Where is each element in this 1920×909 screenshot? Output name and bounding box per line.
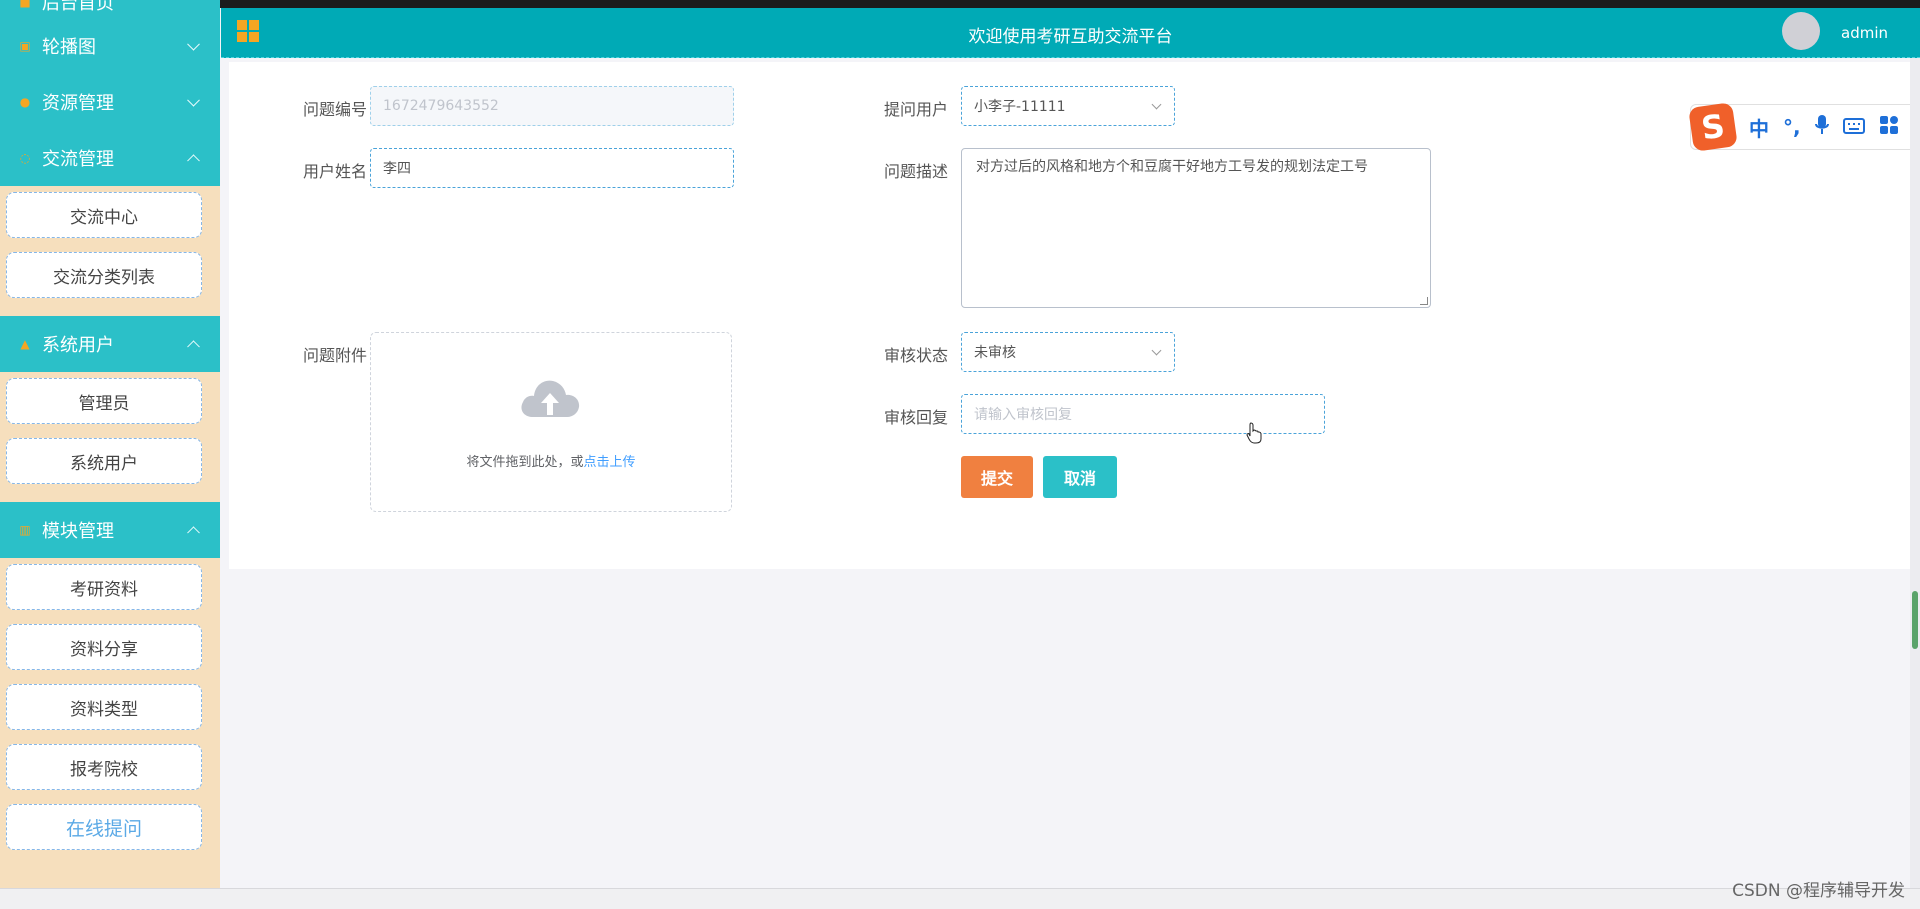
user-icon: ▲ bbox=[20, 337, 30, 351]
asker-select[interactable]: 小李子-11111 bbox=[961, 86, 1175, 126]
sidebar-group-label: 轮播图 bbox=[42, 37, 96, 58]
sidebar-item-communication-categories[interactable]: 交流分类列表 bbox=[6, 252, 202, 298]
ime-toolbar: S 中 °, bbox=[1688, 102, 1920, 152]
sidebar-group-home[interactable]: ■ 后台首页 bbox=[0, 0, 220, 18]
question-edit-form: 问题编号 1672479643552 提问用户 小李子-11111 用户姓名 李… bbox=[229, 62, 1910, 569]
sidebar-item-communication-center[interactable]: 交流中心 bbox=[6, 192, 202, 238]
question-id-input: 1672479643552 bbox=[370, 86, 734, 126]
scrollbar-thumb[interactable] bbox=[1912, 591, 1918, 649]
home-icon: ■ bbox=[19, 0, 31, 9]
ime-punctuation-button[interactable]: °, bbox=[1783, 115, 1801, 139]
page-title: 欢迎使用考研互助交流平台 bbox=[968, 27, 1173, 47]
sidebar-item-admins[interactable]: 管理员 bbox=[6, 378, 202, 424]
chevron-down-icon bbox=[1151, 99, 1162, 110]
cancel-button[interactable]: 取消 bbox=[1043, 456, 1117, 498]
sidebar-sublist: 考研资料 资料分享 资料类型 报考院校 在线提问 bbox=[0, 558, 220, 868]
review-reply-label: 审核回复 bbox=[883, 408, 948, 427]
description-textarea[interactable]: 对方过后的风格和地方个和豆腐干好地方工号发的规划法定工号 bbox=[961, 148, 1431, 308]
chevron-down-icon bbox=[1151, 345, 1162, 356]
review-status-label: 审核状态 bbox=[883, 346, 948, 365]
question-id-value: 1672479643552 bbox=[383, 98, 499, 114]
user-name-label: 用户姓名 bbox=[302, 162, 367, 181]
grid-icon[interactable] bbox=[1879, 115, 1899, 140]
question-id-label: 问题编号 bbox=[302, 100, 367, 119]
username[interactable]: admin bbox=[1841, 24, 1888, 42]
upload-hint: 将文件拖到此处，或点击上传 bbox=[371, 451, 731, 470]
review-status-value: 未审核 bbox=[974, 345, 1016, 361]
chevron-up-icon bbox=[187, 340, 200, 354]
review-status-select[interactable]: 未审核 bbox=[961, 332, 1175, 372]
upload-link[interactable]: 点击上传 bbox=[584, 455, 636, 470]
user-name-input[interactable]: 李四 bbox=[370, 148, 734, 188]
watermark: CSDN @程序辅导开发 bbox=[1732, 881, 1905, 901]
window-top-strip bbox=[0, 0, 1920, 8]
location-pin-icon: ● bbox=[19, 95, 31, 109]
sidebar-group-resources[interactable]: ● 资源管理 bbox=[0, 74, 220, 130]
sidebar-group-label: 资源管理 bbox=[42, 93, 114, 114]
user-name-value: 李四 bbox=[383, 161, 411, 177]
sogou-logo-icon[interactable]: S bbox=[1688, 102, 1738, 152]
sidebar-item-exam-materials[interactable]: 考研资料 bbox=[6, 564, 202, 610]
asker-label: 提问用户 bbox=[883, 100, 948, 119]
review-reply-input[interactable]: 请输入审核回复 bbox=[961, 394, 1325, 434]
sidebar-group-label: 交流管理 bbox=[42, 149, 114, 170]
attachment-label: 问题附件 bbox=[302, 346, 367, 365]
sidebar-group-label: 后台首页 bbox=[42, 0, 114, 14]
bottom-bar bbox=[0, 888, 1920, 909]
sidebar-group-system-users[interactable]: ▲ 系统用户 bbox=[0, 316, 220, 372]
sidebar-sublist: 管理员 系统用户 bbox=[0, 372, 220, 502]
upload-hint-text: 将文件拖到此处，或 bbox=[466, 455, 584, 470]
review-reply-placeholder: 请输入审核回复 bbox=[974, 407, 1072, 423]
sidebar-item-system-users[interactable]: 系统用户 bbox=[6, 438, 202, 484]
submit-button[interactable]: 提交 bbox=[961, 456, 1033, 498]
image-icon: ▣ bbox=[19, 39, 31, 53]
sidebar: ■ 后台首页 ▣ 轮播图 ● 资源管理 ◌ 交流管理 交流中心 交流分类列表 ▲… bbox=[0, 0, 220, 888]
sidebar-item-material-sharing[interactable]: 资料分享 bbox=[6, 624, 202, 670]
chevron-up-icon bbox=[187, 154, 200, 168]
sidebar-group-carousel[interactable]: ▣ 轮播图 bbox=[0, 18, 220, 74]
chat-icon: ◌ bbox=[19, 151, 31, 165]
hand-cursor-icon bbox=[1246, 422, 1262, 444]
ime-chinese-mode-button[interactable]: 中 bbox=[1749, 113, 1769, 142]
sidebar-group-communication[interactable]: ◌ 交流管理 bbox=[0, 130, 220, 186]
sidebar-item-target-schools[interactable]: 报考院校 bbox=[6, 744, 202, 790]
description-label: 问题描述 bbox=[883, 162, 948, 181]
sidebar-group-label: 模块管理 bbox=[42, 521, 114, 542]
keyboard-icon[interactable] bbox=[1842, 115, 1865, 139]
chevron-down-icon bbox=[187, 93, 200, 107]
chevron-down-icon bbox=[187, 37, 200, 51]
attachment-upload-dropzone[interactable]: 将文件拖到此处，或点击上传 bbox=[370, 332, 732, 512]
top-header: 欢迎使用考研互助交流平台 admin bbox=[221, 8, 1920, 58]
asker-value: 小李子-11111 bbox=[974, 99, 1066, 115]
sidebar-item-online-questions[interactable]: 在线提问 bbox=[6, 804, 202, 850]
module-icon: ▥ bbox=[19, 523, 31, 537]
description-value: 对方过后的风格和地方个和豆腐干好地方工号发的规划法定工号 bbox=[976, 159, 1368, 175]
avatar[interactable] bbox=[1782, 12, 1820, 50]
sidebar-group-label: 系统用户 bbox=[42, 335, 114, 356]
vertical-scrollbar[interactable] bbox=[1910, 58, 1920, 888]
sidebar-item-material-types[interactable]: 资料类型 bbox=[6, 684, 202, 730]
sidebar-sublist: 交流中心 交流分类列表 bbox=[0, 186, 220, 316]
chevron-up-icon bbox=[187, 526, 200, 540]
sidebar-group-modules[interactable]: ▥ 模块管理 bbox=[0, 502, 220, 558]
mic-icon[interactable] bbox=[1814, 114, 1829, 140]
cloud-upload-icon bbox=[521, 380, 580, 417]
resize-handle-icon[interactable] bbox=[1420, 297, 1428, 305]
